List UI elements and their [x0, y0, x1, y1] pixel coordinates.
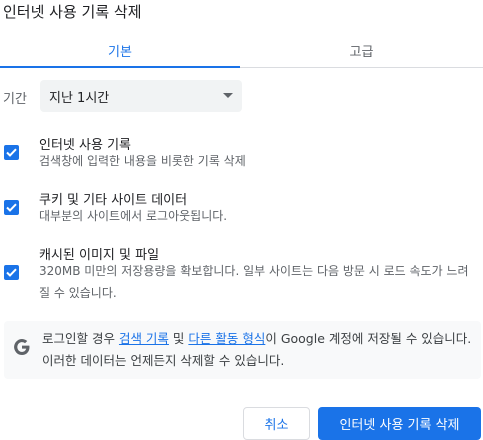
- browsing-history-checkbox[interactable]: [4, 145, 19, 160]
- other-activity-link[interactable]: 다른 활동 형식: [188, 331, 265, 346]
- checkmark-icon: [6, 203, 17, 212]
- google-g-icon: [14, 339, 30, 355]
- google-notice-text: 로그인할 경우 검색 기록 및 다른 활동 형식이 Google 계정에 저장될…: [42, 328, 472, 372]
- time-range-value: 지난 1시간: [49, 90, 110, 106]
- notice-text-mid: 및: [168, 331, 189, 346]
- cancel-button[interactable]: 취소: [243, 407, 310, 440]
- browsing-history-desc: 검색창에 입력한 내용을 비롯한 기록 삭제: [39, 154, 246, 168]
- time-range-label: 기간: [3, 92, 27, 107]
- active-tab-indicator: [0, 66, 240, 68]
- dialog-title: 인터넷 사용 기록 삭제: [3, 3, 142, 21]
- checkmark-icon: [6, 148, 17, 157]
- dropdown-arrow-icon: [223, 93, 233, 98]
- google-account-notice: 로그인할 경우 검색 기록 및 다른 활동 형식이 Google 계정에 저장될…: [4, 321, 481, 379]
- tab-advanced[interactable]: 고급: [240, 34, 483, 67]
- tab-basic[interactable]: 기본: [0, 34, 240, 67]
- cache-desc: 320MB 미만의 저장용량을 확보합니다. 일부 사이트는 다음 방문 시 로…: [39, 264, 469, 300]
- cookies-desc: 대부분의 사이트에서 로그아웃됩니다.: [39, 209, 228, 223]
- tab-bar: 기본 고급: [0, 34, 483, 68]
- cache-checkbox[interactable]: [4, 265, 19, 280]
- checkmark-icon: [6, 268, 17, 277]
- search-history-link[interactable]: 검색 기록: [119, 331, 169, 346]
- clear-data-button[interactable]: 인터넷 사용 기록 삭제: [318, 407, 481, 440]
- cookies-checkbox[interactable]: [4, 200, 19, 215]
- notice-text-prefix: 로그인할 경우: [42, 331, 119, 346]
- time-range-select[interactable]: 지난 1시간: [40, 80, 242, 112]
